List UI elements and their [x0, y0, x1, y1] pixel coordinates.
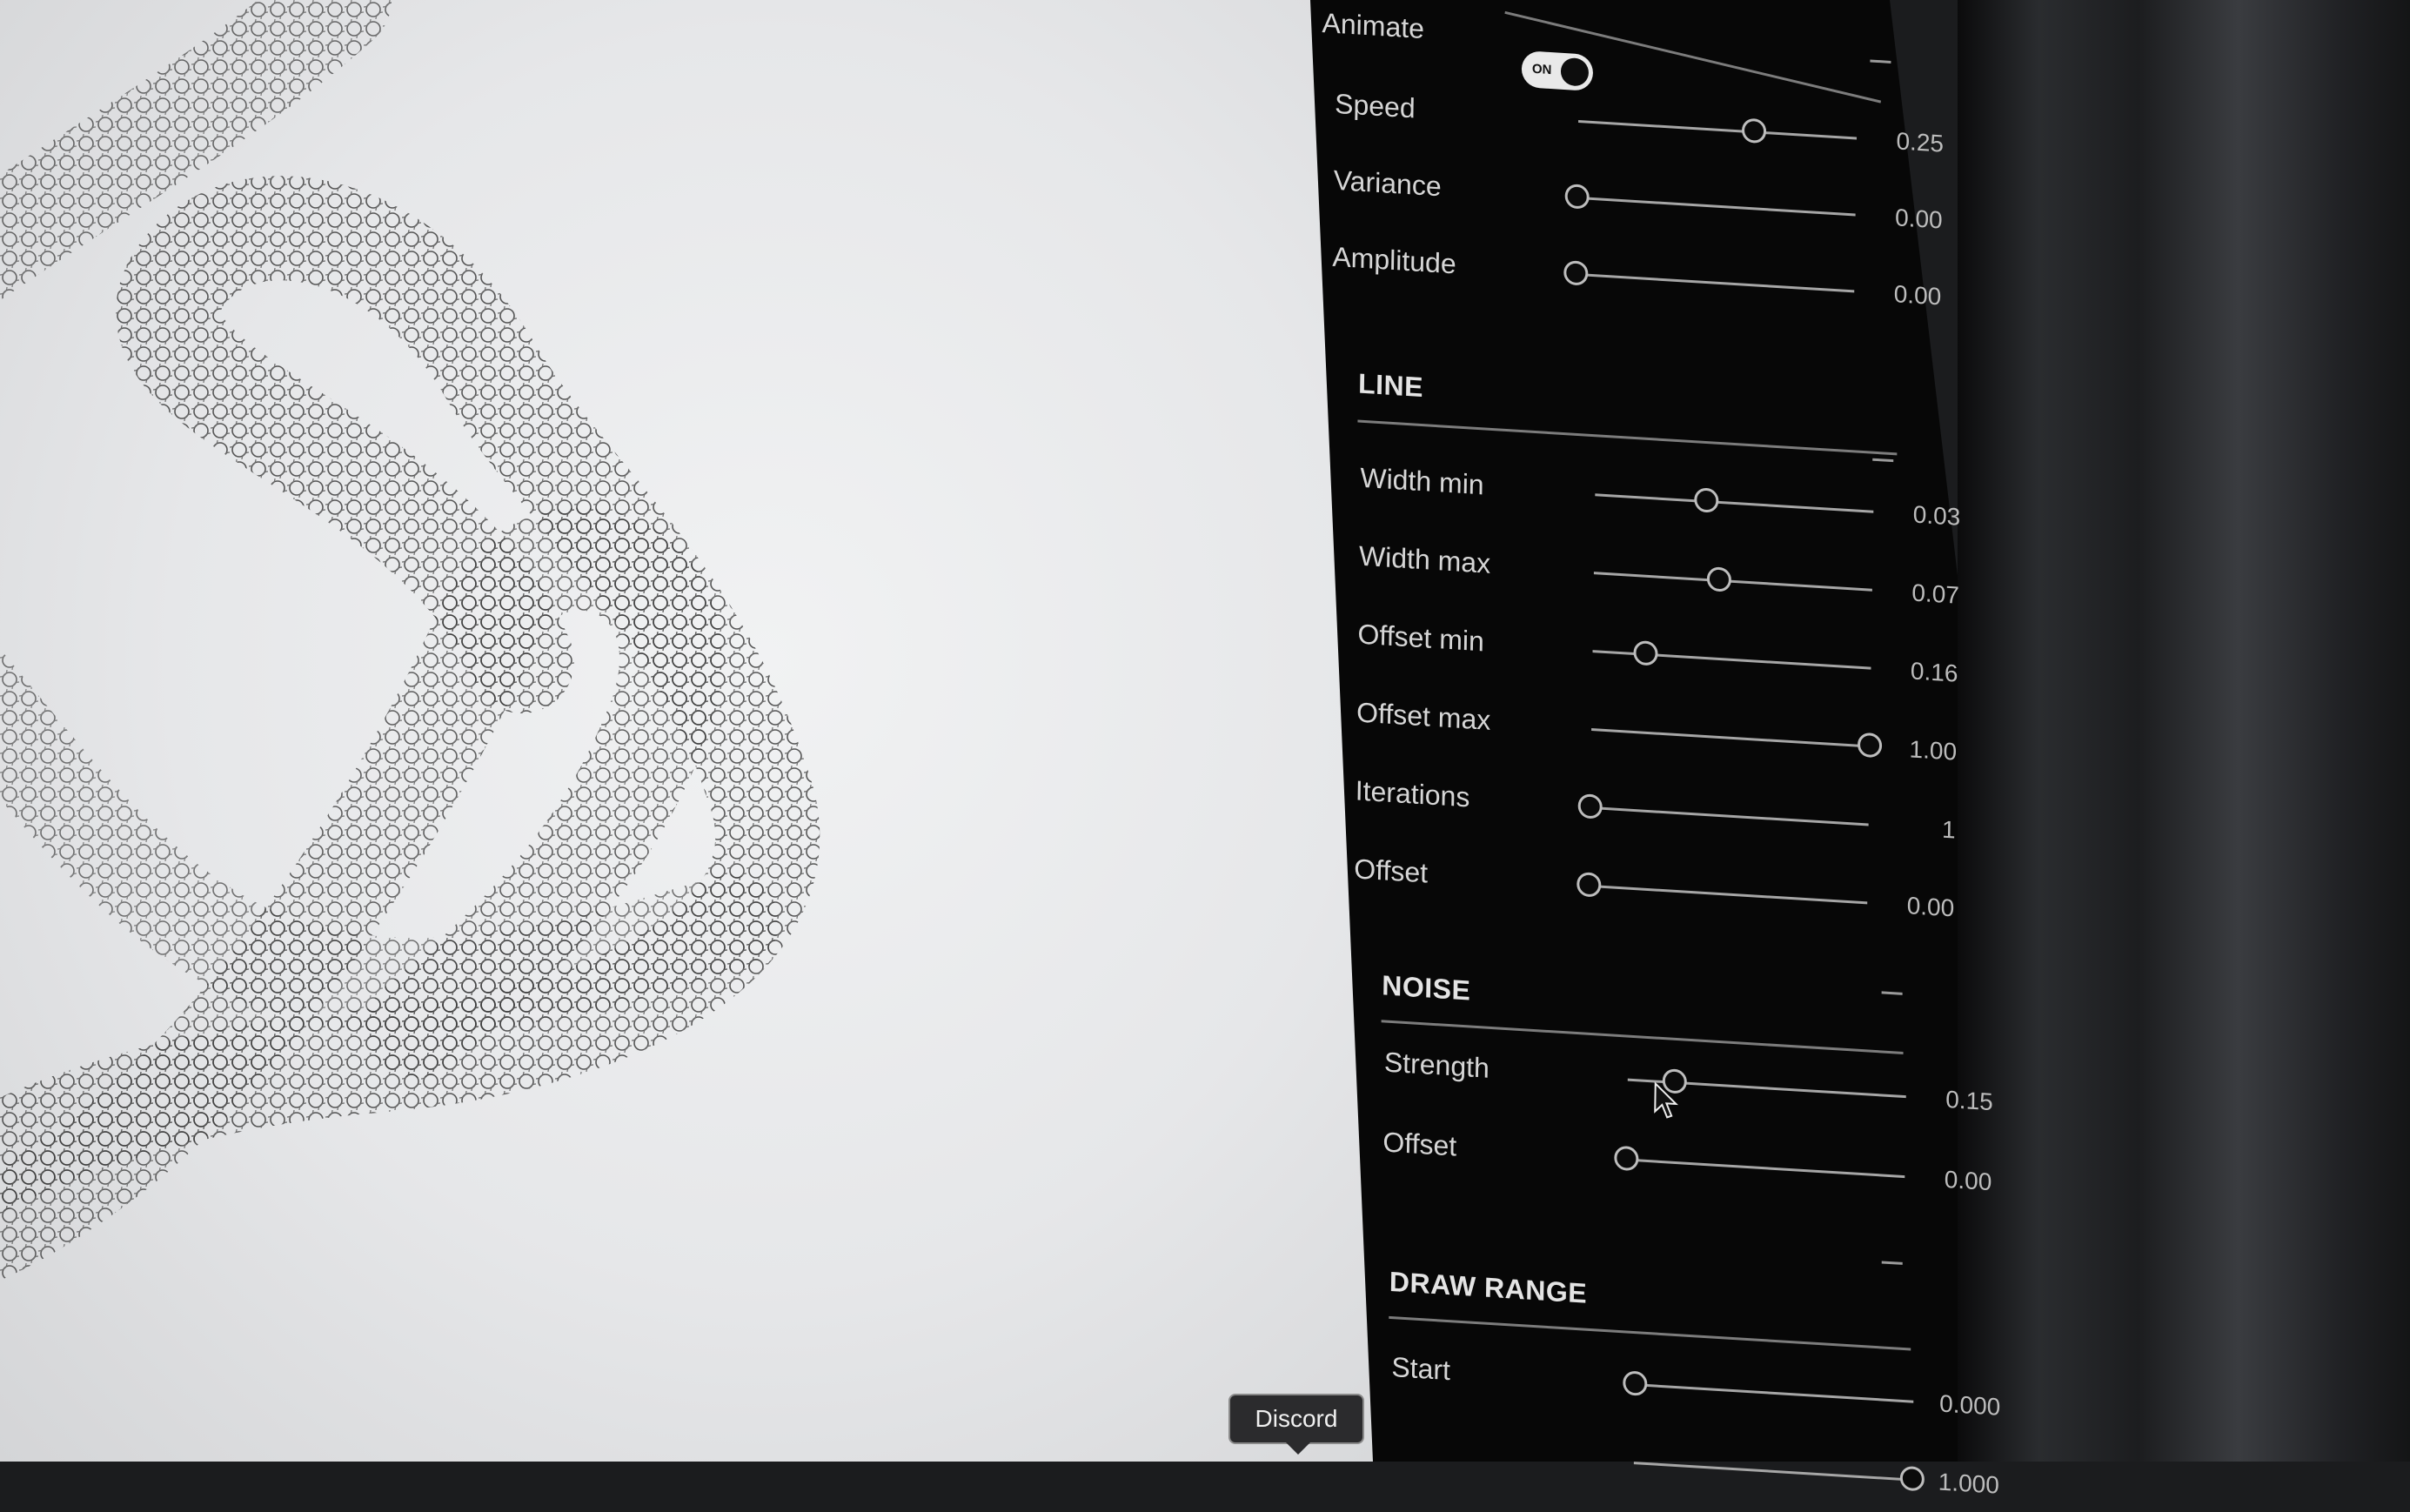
settings-controls: Animate ON Speed 0.25 Variance 0.00 Amplitud… [1300, 0, 2001, 1502]
slider-thumb[interactable] [1577, 871, 1602, 898]
slider-track[interactable] [1577, 196, 1856, 217]
slider-thumb[interactable] [1563, 259, 1589, 286]
slider-label: Variance [1333, 164, 1442, 203]
slider-row: Offset 0.00 [1354, 846, 1964, 935]
minus-icon[interactable] [1872, 458, 1894, 463]
monitor-bezel [1958, 0, 2410, 1462]
slider-label: Offset [1354, 853, 1429, 889]
section-title-line: LINE [1357, 367, 1424, 404]
section-title-noise: NOISE [1381, 969, 1471, 1007]
slider-row: 1.000 [1389, 1422, 1999, 1512]
section-divider-line [1357, 419, 1898, 456]
toggle-knob [1560, 57, 1590, 87]
slider-track[interactable] [1578, 119, 1858, 140]
slider-row: Offset 0.00 [1382, 1119, 1992, 1208]
slider-label: Offset min [1357, 618, 1485, 658]
slider-value: 0.25 [1896, 127, 1945, 157]
slider-row: Width min 0.03 [1360, 455, 1970, 545]
slider-value: 0.000 [1938, 1389, 2001, 1421]
slider-value: 0.15 [1945, 1085, 1993, 1116]
slider-thumb[interactable] [1633, 639, 1658, 666]
slider-track[interactable] [1593, 572, 1872, 592]
slider-track[interactable] [1635, 1383, 1914, 1403]
slider-row: Amplitude 0.00 [1332, 234, 1942, 324]
minus-icon[interactable] [1881, 1261, 1903, 1265]
slider-value: 0.16 [1910, 657, 1958, 687]
slider-track[interactable] [1589, 884, 1868, 905]
section-divider-draw-range [1389, 1315, 1911, 1351]
slider-label: Iterations [1355, 774, 1470, 813]
toggle-on-text: ON [1531, 61, 1552, 78]
slider-thumb[interactable] [1741, 117, 1766, 144]
slider-thumb[interactable] [1564, 184, 1590, 210]
slider-value: 0.03 [1912, 500, 1961, 531]
slider-value: 0.07 [1911, 579, 1960, 609]
slider-value: 0.00 [1944, 1165, 1992, 1196]
slider-label: Start [1391, 1351, 1451, 1387]
slider-value: 1 [1941, 815, 1956, 844]
slider-row: Iterations 1 [1355, 767, 1965, 857]
slider-label: Speed [1334, 87, 1416, 124]
slider-track[interactable] [1590, 806, 1869, 826]
animate-toggle[interactable]: ON [1521, 50, 1594, 91]
slider-track[interactable] [1591, 727, 1871, 748]
slider-value: 1.00 [1909, 735, 1958, 766]
slider-label: Width max [1358, 539, 1491, 579]
slider-track[interactable] [1633, 1462, 1912, 1482]
slider-row: Offset max 1.00 [1356, 690, 1966, 779]
slider-row: Start 0.000 [1391, 1344, 2001, 1434]
slider-label: Offset [1382, 1126, 1457, 1162]
minus-icon[interactable] [1881, 991, 1903, 995]
slider-value: 0.00 [1906, 892, 1955, 922]
slider-thumb[interactable] [1694, 487, 1719, 513]
slider-track[interactable] [1576, 272, 1855, 293]
slider-track[interactable] [1595, 493, 1874, 513]
slider-row: Offset min 0.16 [1357, 612, 1967, 701]
section-title-draw-range: DRAW RANGE [1389, 1265, 1588, 1309]
slider-thumb[interactable] [1577, 793, 1603, 820]
wireframe-tube-render [0, 0, 820, 1281]
render-canvas[interactable] [0, 0, 1392, 1462]
slider-row: Variance 0.00 [1333, 157, 1943, 247]
slider-label: Offset max [1356, 696, 1491, 736]
slider-row: Width max 0.07 [1358, 533, 1968, 623]
slider-label: Strength [1383, 1046, 1490, 1084]
slider-label: Amplitude [1332, 240, 1456, 280]
slider-value: 0.00 [1894, 204, 1943, 234]
animate-label: Animate [1322, 6, 1425, 45]
slider-value: 1.000 [1938, 1468, 2000, 1499]
discord-tooltip: Discord [1228, 1394, 1364, 1444]
slider-thumb[interactable] [1614, 1145, 1639, 1172]
slider-value: 0.00 [1893, 280, 1942, 311]
slider-label: Width min [1360, 461, 1484, 501]
tooltip-arrow [1286, 1442, 1310, 1455]
slider-thumb[interactable] [1623, 1370, 1648, 1396]
slider-thumb[interactable] [1706, 566, 1732, 592]
slider-track[interactable] [1626, 1158, 1905, 1179]
mouse-pointer-icon [1654, 1081, 1678, 1119]
